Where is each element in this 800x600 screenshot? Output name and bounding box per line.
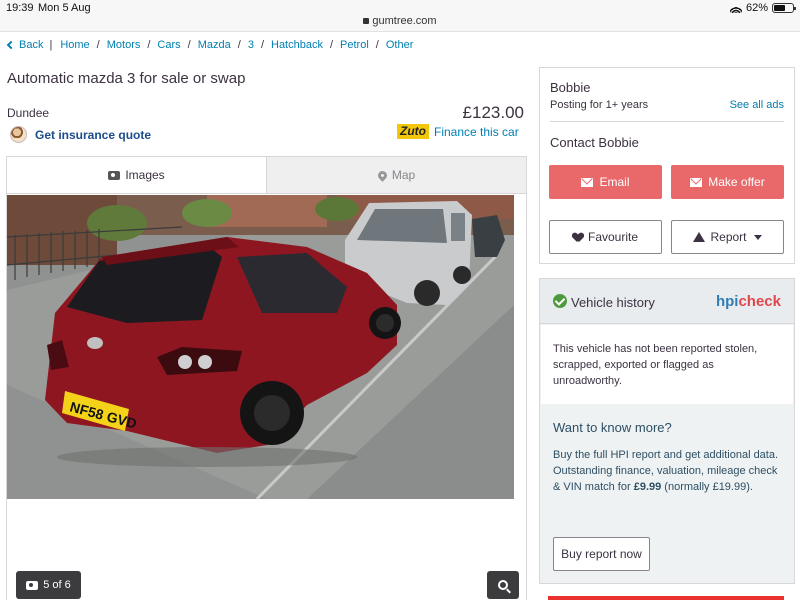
listing-price: £123.00 xyxy=(462,103,524,122)
status-indicators: 62% xyxy=(729,2,796,14)
vehicle-history-text: This vehicle has not been reported stole… xyxy=(553,343,758,387)
camera-icon xyxy=(108,170,121,180)
listing-location: Dundee xyxy=(7,106,50,120)
zuto-logo: Zuto xyxy=(397,124,429,139)
hpi-check-logo: hpicheck xyxy=(715,293,781,310)
warning-icon xyxy=(693,232,706,242)
tab-map[interactable]: Map xyxy=(266,157,526,193)
image-counter[interactable]: 5 of 6 xyxy=(16,571,81,599)
media-tabs: Images Map xyxy=(7,157,526,194)
map-pin-icon xyxy=(375,168,389,182)
breadcrumb-item-home[interactable]: Home xyxy=(60,39,89,51)
battery-percent: 62% xyxy=(745,2,768,14)
seller-card: Bobbie Posting for 1+ years See all ads … xyxy=(539,67,795,264)
shield-check-icon xyxy=(553,294,567,308)
next-section-edge xyxy=(548,596,784,600)
breadcrumb-item-motors[interactable]: Motors xyxy=(107,39,141,51)
zoom-button[interactable] xyxy=(487,571,519,599)
want-to-know-title: Want to know more? xyxy=(553,420,672,435)
listing-photo[interactable]: NF58 GVD xyxy=(7,195,514,499)
seller-posting-duration: Posting for 1+ years xyxy=(550,99,649,111)
url-bar[interactable]: gumtree.com xyxy=(0,15,800,27)
buy-report-button[interactable]: Buy report now xyxy=(553,537,650,571)
breadcrumb-item-3[interactable]: 3 xyxy=(248,39,254,51)
camera-icon xyxy=(26,580,39,590)
report-price: £9.99 xyxy=(633,481,662,493)
breadcrumb-item-petrol[interactable]: Petrol xyxy=(340,39,369,51)
car-photo-image: NF58 GVD xyxy=(7,195,514,499)
back-link[interactable]: Back xyxy=(6,39,43,51)
contact-title: Contact Bobbie xyxy=(550,135,639,150)
vehicle-history-card: Vehicle history hpicheck This vehicle ha… xyxy=(539,278,795,584)
media-panel: Images Map NF58 GVD 5 of 6 xyxy=(6,156,527,600)
vehicle-history-title: Vehicle history xyxy=(571,295,655,310)
make-offer-button[interactable]: Make offer xyxy=(671,165,784,199)
chevron-left-icon xyxy=(6,40,16,50)
see-all-ads-link[interactable]: See all ads xyxy=(730,99,784,111)
insurance-link[interactable]: Get insurance quote xyxy=(10,126,151,143)
breadcrumb-item-mazda[interactable]: Mazda xyxy=(198,39,231,51)
seller-name[interactable]: Bobbie xyxy=(550,80,590,95)
status-bar: 19:39 Mon 5 Aug gumtree.com 62% xyxy=(0,0,800,32)
envelope-icon xyxy=(581,177,594,187)
page-title: Automatic mazda 3 for sale or swap xyxy=(7,70,246,87)
buy-report-description: Buy the full HPI report and get addition… xyxy=(553,449,779,493)
breadcrumb-separator: | xyxy=(49,39,53,51)
envelope-icon xyxy=(690,177,703,187)
report-button[interactable]: Report xyxy=(671,220,784,254)
caret-down-icon xyxy=(753,234,762,240)
vehicle-history-header: Vehicle history hpicheck xyxy=(540,279,794,324)
breadcrumb-item-cars[interactable]: Cars xyxy=(157,39,180,51)
favourite-button[interactable]: Favourite xyxy=(549,220,662,254)
status-date: Mon 5 Aug xyxy=(38,2,91,14)
breadcrumb: Back | Home / Motors / Cars / Mazda / 3 … xyxy=(6,39,414,51)
divider xyxy=(550,121,784,122)
insurance-avatar-icon xyxy=(10,126,27,143)
status-time: 19:39 xyxy=(6,2,34,14)
url-text: gumtree.com xyxy=(372,15,437,27)
vehicle-history-status: This vehicle has not been reported stole… xyxy=(541,325,793,404)
breadcrumb-item-other[interactable]: Other xyxy=(386,39,414,51)
email-button[interactable]: Email xyxy=(549,165,662,199)
wifi-icon xyxy=(729,3,742,13)
zoom-in-icon xyxy=(498,580,508,590)
battery-icon xyxy=(772,3,796,13)
breadcrumb-item-hatchback[interactable]: Hatchback xyxy=(271,39,323,51)
lock-icon xyxy=(363,18,370,24)
finance-link[interactable]: Zuto Finance this car xyxy=(397,124,519,139)
heart-icon xyxy=(573,233,583,242)
tab-images[interactable]: Images xyxy=(7,157,266,193)
